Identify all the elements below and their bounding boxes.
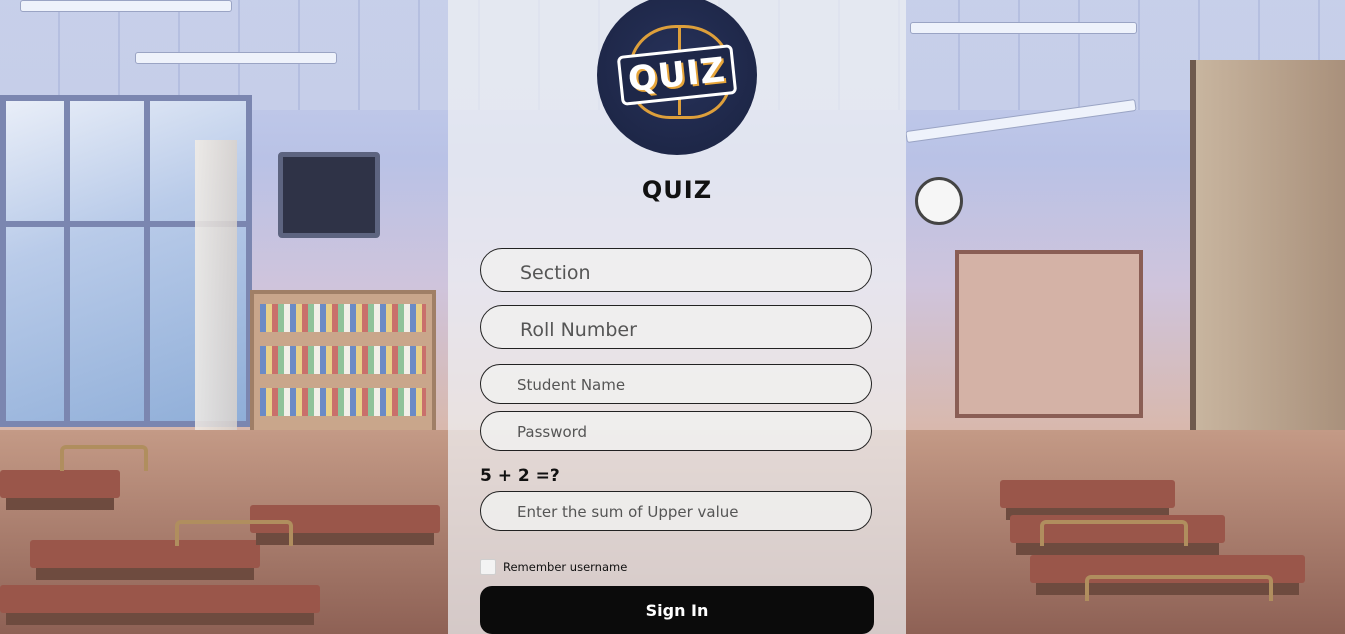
desk: [0, 470, 120, 498]
ceiling-light: [910, 22, 1137, 34]
section-input[interactable]: [480, 248, 872, 292]
password-input[interactable]: [480, 411, 872, 451]
wall-clock: [915, 177, 963, 225]
desk: [1000, 480, 1175, 508]
ceiling-light: [20, 0, 232, 12]
remember-row: Remember username: [480, 559, 627, 575]
chair: [1085, 575, 1273, 601]
student-name-input[interactable]: [480, 364, 872, 404]
quiz-logo: QUIZ: [597, 0, 757, 155]
captcha-question: 5 + 2 =?: [480, 466, 560, 486]
chair: [1040, 520, 1188, 546]
remember-label: Remember username: [503, 560, 628, 574]
tv-monitor: [278, 152, 380, 238]
ceiling-light: [135, 52, 337, 64]
desk: [0, 585, 320, 613]
curtain: [195, 140, 237, 440]
remember-checkbox[interactable]: [480, 559, 496, 575]
chair: [175, 520, 293, 546]
roll-number-input[interactable]: [480, 305, 872, 349]
captcha-answer-input[interactable]: [480, 491, 872, 531]
bookshelf: [250, 290, 436, 438]
bulletin-board: [955, 250, 1143, 418]
chair: [60, 445, 148, 471]
sign-in-button[interactable]: Sign In: [480, 586, 874, 634]
page-title: QUIZ: [641, 176, 713, 204]
login-panel: QUIZ QUIZ 5 + 2 =? Remember username Sig…: [448, 0, 906, 634]
